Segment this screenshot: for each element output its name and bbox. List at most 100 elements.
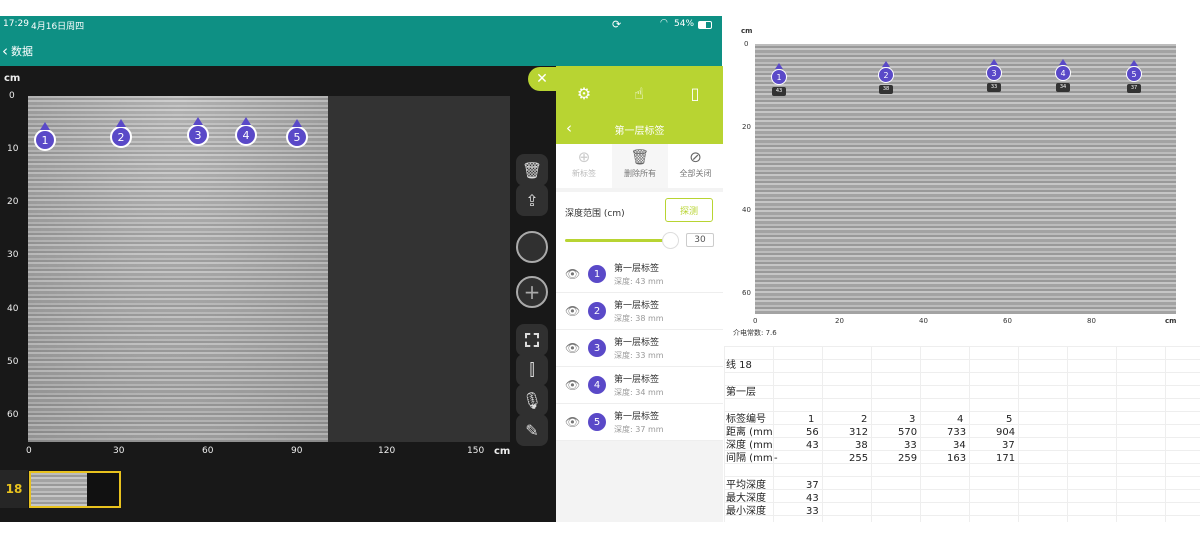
new-label-button[interactable]: ⊕ 新标签 <box>556 144 612 188</box>
depth-slider-thumb[interactable] <box>662 232 679 249</box>
report-marker-3: 3 <box>986 59 1002 81</box>
book-icon: ▯ <box>690 84 700 103</box>
table-cell: 259 <box>898 453 918 464</box>
tab-book[interactable]: ▯ <box>675 84 715 104</box>
scan-image[interactable] <box>28 96 328 442</box>
eye-icon[interactable]: 👁 <box>565 267 580 281</box>
delete-all-button[interactable]: 🗑 删除所有 <box>612 144 668 188</box>
table-cell: 33 <box>904 440 917 451</box>
close-panel-button[interactable]: ✕ <box>528 67 556 91</box>
table-cell: 570 <box>898 427 918 438</box>
x-tick: 150 <box>467 446 485 456</box>
share-button[interactable]: ⇪ <box>516 184 548 216</box>
report-marker-5: 5 <box>1126 60 1142 82</box>
table-cell: - <box>774 453 778 464</box>
marker-5[interactable]: 5 <box>286 119 308 148</box>
table-cell: 733 <box>947 427 967 438</box>
trash-icon: 🗑 <box>630 148 650 166</box>
rotation-lock-icon: ⟳ <box>612 18 622 31</box>
status-bar: 17:29 4月16日周四 ⟳ ◠ 54% <box>0 16 722 34</box>
hide-all-text: 全部关闭 <box>679 169 712 178</box>
depth-slider-value[interactable]: 30 <box>686 233 714 247</box>
plus-icon: + <box>523 280 541 304</box>
thumbnail-strip[interactable] <box>29 471 121 508</box>
select-area-button[interactable] <box>516 324 548 356</box>
doc-y-tick: 20 <box>742 123 751 131</box>
thumb-line-number: 18 <box>0 470 28 508</box>
report-depth-tag: 37 <box>1127 84 1141 93</box>
eye-off-icon: ⊘ <box>689 148 702 166</box>
eye-icon[interactable]: 👁 <box>565 341 580 355</box>
doc-y-unit: cm <box>741 27 753 35</box>
report-marker-1: 1 <box>771 63 787 85</box>
table-cell: 43 <box>806 440 819 451</box>
microphone-button[interactable]: 🎙 <box>516 384 548 416</box>
panel-header: ⚙ ☝ ▯ ‹ 第一层标签 <box>556 66 723 144</box>
list-item[interactable]: 👁 4 第一层标签 深度: 34 mm <box>556 367 723 404</box>
doc-y-tick: 40 <box>742 206 751 214</box>
pen-icon: ✎ <box>525 420 539 440</box>
table-cell: 904 <box>996 427 1016 438</box>
marker-4[interactable]: 4 <box>235 117 257 146</box>
trash-button[interactable]: 🗑 <box>516 154 548 186</box>
report-document: cm 0 20 40 60 1 2 3 4 5 43 38 33 34 37 0… <box>724 16 1200 522</box>
eye-icon[interactable]: 👁 <box>565 415 580 429</box>
label-depth: 深度: 34 mm <box>614 388 664 397</box>
share-icon: ⇪ <box>525 190 539 210</box>
doc-x-tick: 0 <box>753 317 758 325</box>
back-label: 数据 <box>11 45 33 58</box>
add-button[interactable]: + <box>516 276 548 308</box>
list-item[interactable]: 👁 2 第一层标签 深度: 38 mm <box>556 293 723 330</box>
pen-button[interactable]: ✎ <box>516 414 548 446</box>
eye-icon[interactable]: 👁 <box>565 304 580 318</box>
wifi-icon: ◠ <box>660 18 668 28</box>
detect-button[interactable]: 探测 <box>665 198 713 222</box>
list-item[interactable]: 👁 1 第一层标签 深度: 43 mm <box>556 256 723 293</box>
list-item[interactable]: 👁 3 第一层标签 深度: 33 mm <box>556 330 723 367</box>
doc-y-tick: 0 <box>744 40 749 48</box>
tab-settings[interactable]: ⚙ <box>564 84 604 104</box>
x-tick: 30 <box>113 446 125 456</box>
hide-all-button[interactable]: ⊘ 全部关闭 <box>668 144 723 188</box>
list-item[interactable]: 👁 5 第一层标签 深度: 37 mm <box>556 404 723 441</box>
marker-1[interactable]: 1 <box>34 122 56 151</box>
panel-title: 第一层标签 <box>614 126 665 137</box>
battery-percent: 54% <box>674 19 695 29</box>
table-cell: 34 <box>953 440 966 451</box>
back-button[interactable]: ‹ 数据 <box>0 42 33 60</box>
table-cell: 163 <box>947 453 967 464</box>
depth-slider-track[interactable] <box>565 239 669 242</box>
x-axis-unit: cm <box>494 446 511 457</box>
line-label: 线 18 <box>726 360 752 371</box>
label-name: 第一层标签 <box>614 301 660 311</box>
row-label: 间隔 (mm <box>726 453 773 464</box>
gear-icon: ⚙ <box>576 84 592 103</box>
table-cell: 1 <box>808 414 815 425</box>
label-name: 第一层标签 <box>614 375 660 385</box>
trash-icon: 🗑 <box>521 160 543 180</box>
report-scan-image <box>755 44 1176 314</box>
eye-icon[interactable]: 👁 <box>565 378 580 392</box>
battery-icon <box>698 21 712 29</box>
marker-2[interactable]: 2 <box>110 119 132 148</box>
y-axis-unit: cm <box>4 73 21 84</box>
new-label-text: 新标签 <box>572 169 596 178</box>
delete-all-text: 删除所有 <box>624 169 656 178</box>
split-view-button[interactable]: ⫿ <box>516 354 548 386</box>
depth-range-label: 深度范围 (cm) <box>565 209 625 219</box>
y-tick: 40 <box>7 304 19 314</box>
record-button[interactable] <box>516 231 548 263</box>
stat-value: 33 <box>806 506 819 517</box>
tab-touch[interactable]: ☝ <box>619 84 659 104</box>
status-time: 17:29 <box>3 19 29 29</box>
marker-3[interactable]: 3 <box>187 117 209 146</box>
add-label-icon: ⊕ <box>577 148 591 166</box>
layer-label: 第一层 <box>726 387 756 398</box>
stat-value: 43 <box>806 493 819 504</box>
label-number: 3 <box>588 339 606 357</box>
select-box-icon <box>525 333 539 347</box>
table-cell: 3 <box>909 414 916 425</box>
doc-x-tick: 20 <box>835 317 844 325</box>
label-depth: 深度: 37 mm <box>614 425 664 434</box>
table-cell: 37 <box>1002 440 1015 451</box>
